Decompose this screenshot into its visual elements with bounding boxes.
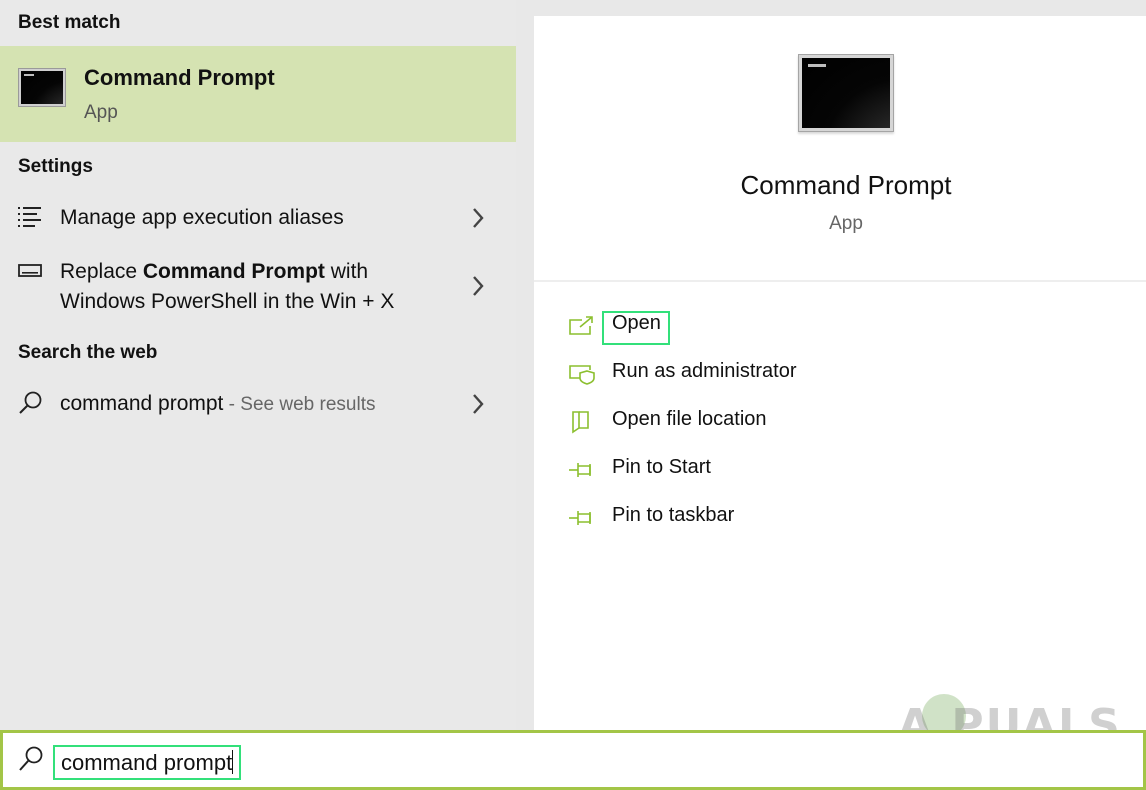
- text-caret: [232, 750, 234, 774]
- action-open[interactable]: Open: [568, 310, 678, 342]
- web-result-label: command prompt - See web results: [60, 392, 376, 415]
- command-prompt-icon: [18, 68, 66, 107]
- settings-item-label: Replace Command Prompt with Windows Powe…: [60, 260, 395, 313]
- chevron-right-icon: [473, 276, 484, 296]
- search-input[interactable]: command prompt: [53, 745, 242, 780]
- search-icon: [19, 746, 43, 771]
- detail-title: Command Prompt: [740, 170, 952, 200]
- action-pin-to-taskbar[interactable]: Pin to taskbar: [568, 502, 748, 534]
- action-label: Pin to Start: [612, 456, 711, 478]
- list-icon: [18, 207, 41, 227]
- settings-header: Settings: [18, 156, 93, 177]
- action-pin-to-start[interactable]: Pin to Start: [568, 454, 728, 486]
- search-web-header: Search the web: [18, 342, 158, 363]
- best-match-item[interactable]: [0, 46, 516, 142]
- settings-item-aliases[interactable]: Manage app execution aliases: [0, 196, 516, 240]
- web-result-item[interactable]: command prompt - See web results: [0, 382, 516, 426]
- best-match-title: Command Prompt: [84, 65, 275, 90]
- action-label: Run as administrator: [612, 360, 797, 382]
- chevron-right-icon: [473, 208, 484, 228]
- keyboard-icon: [18, 264, 42, 277]
- shield-icon: [569, 365, 595, 385]
- folder-icon: [572, 411, 589, 434]
- divider: [534, 280, 1146, 282]
- action-label: Open file location: [612, 408, 767, 430]
- settings-item-label: Manage app execution aliases: [60, 206, 344, 229]
- best-match-header: Best match: [18, 12, 121, 33]
- action-label: Pin to taskbar: [612, 504, 735, 526]
- chevron-right-icon: [473, 394, 484, 414]
- command-prompt-icon-large: [798, 54, 894, 132]
- action-open-file-location[interactable]: Open file location: [568, 406, 788, 438]
- action-run-as-admin[interactable]: Run as administrator: [568, 358, 808, 390]
- open-icon: [569, 316, 593, 335]
- search-icon: [19, 391, 42, 414]
- pin-icon: [569, 511, 591, 525]
- detail-subtitle: App: [829, 213, 863, 234]
- settings-item-replace-powershell[interactable]: Replace Command Prompt with Windows Powe…: [0, 252, 516, 322]
- action-label: Open: [612, 312, 661, 334]
- best-match-subtitle: App: [84, 102, 118, 123]
- pin-icon: [569, 463, 591, 477]
